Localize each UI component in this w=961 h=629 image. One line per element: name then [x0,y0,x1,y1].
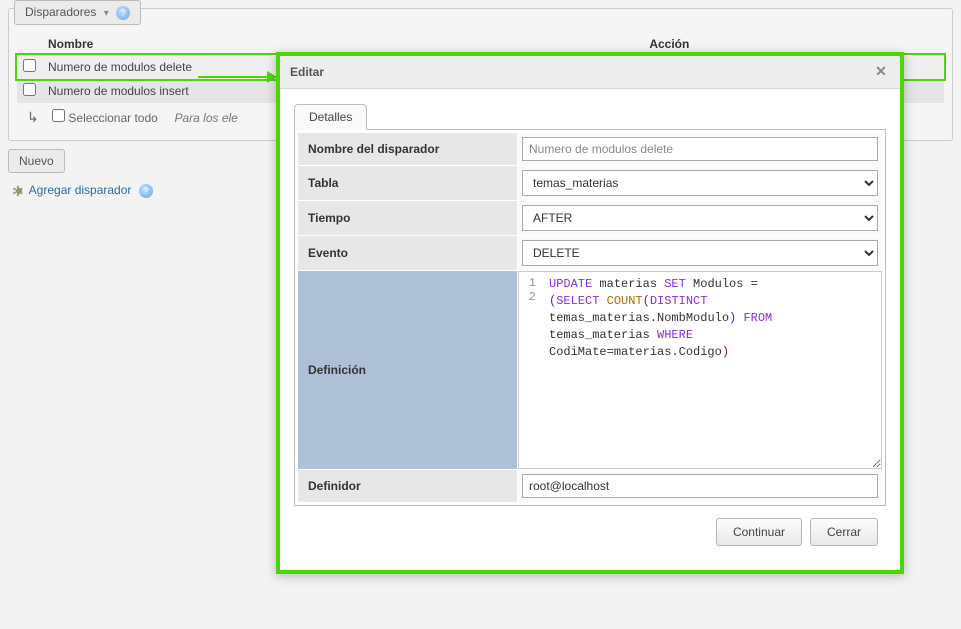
row-checkbox[interactable] [23,59,36,72]
table-select[interactable]: temas_materias [522,170,878,196]
definer-input[interactable] [522,474,878,498]
label-table: Tabla [298,166,518,201]
triggers-panel-header[interactable]: Disparadores ▾ ? [14,0,141,25]
triggers-panel-title: Disparadores [25,5,96,19]
tab-content: Nombre del disparador Tabla temas_materi… [294,130,886,506]
label-definition: Definición [298,271,518,470]
definition-editor[interactable]: 12 UPDATE materias SET Modulos = (SELECT… [518,271,882,469]
select-all-label: Seleccionar todo [68,111,157,125]
trigger-name-input[interactable] [522,137,878,161]
help-icon[interactable]: ? [139,184,153,198]
tab-details[interactable]: Detalles [294,104,367,130]
row-checkbox[interactable] [23,83,36,96]
tab-bar: Detalles [294,103,886,130]
help-icon[interactable]: ? [116,6,130,20]
close-icon[interactable]: ✕ [872,63,890,81]
gear-icon [12,184,26,198]
label-trigger-name: Nombre del disparador [298,133,518,166]
label-time: Tiempo [298,201,518,236]
label-event: Evento [298,236,518,271]
select-all-checkbox[interactable] [52,109,65,122]
modal-titlebar: Editar ✕ [280,56,900,89]
form-table: Nombre del disparador Tabla temas_materi… [297,132,883,503]
close-button[interactable]: Cerrar [810,518,878,546]
code-gutter: 12 [519,272,543,468]
annotation-arrow [198,76,276,78]
new-panel-header: Nuevo [8,149,65,173]
for-selected-label: Para los ele [174,111,237,125]
new-panel-title: Nuevo [19,154,54,168]
edit-trigger-modal: Editar ✕ Detalles Nombre del disparador … [276,52,904,574]
select-arrow-icon: ↳ [27,109,39,125]
label-definer: Definidor [298,470,518,503]
chevron-down-icon: ▾ [104,8,109,19]
time-select[interactable]: AFTER [522,205,878,231]
continue-button[interactable]: Continuar [716,518,802,546]
code-content[interactable]: UPDATE materias SET Modulos = (SELECT CO… [543,272,778,468]
modal-footer: Continuar Cerrar [294,506,886,556]
add-trigger-link[interactable]: Agregar disparador [29,183,132,197]
event-select[interactable]: DELETE [522,240,878,266]
modal-title: Editar [290,65,324,79]
